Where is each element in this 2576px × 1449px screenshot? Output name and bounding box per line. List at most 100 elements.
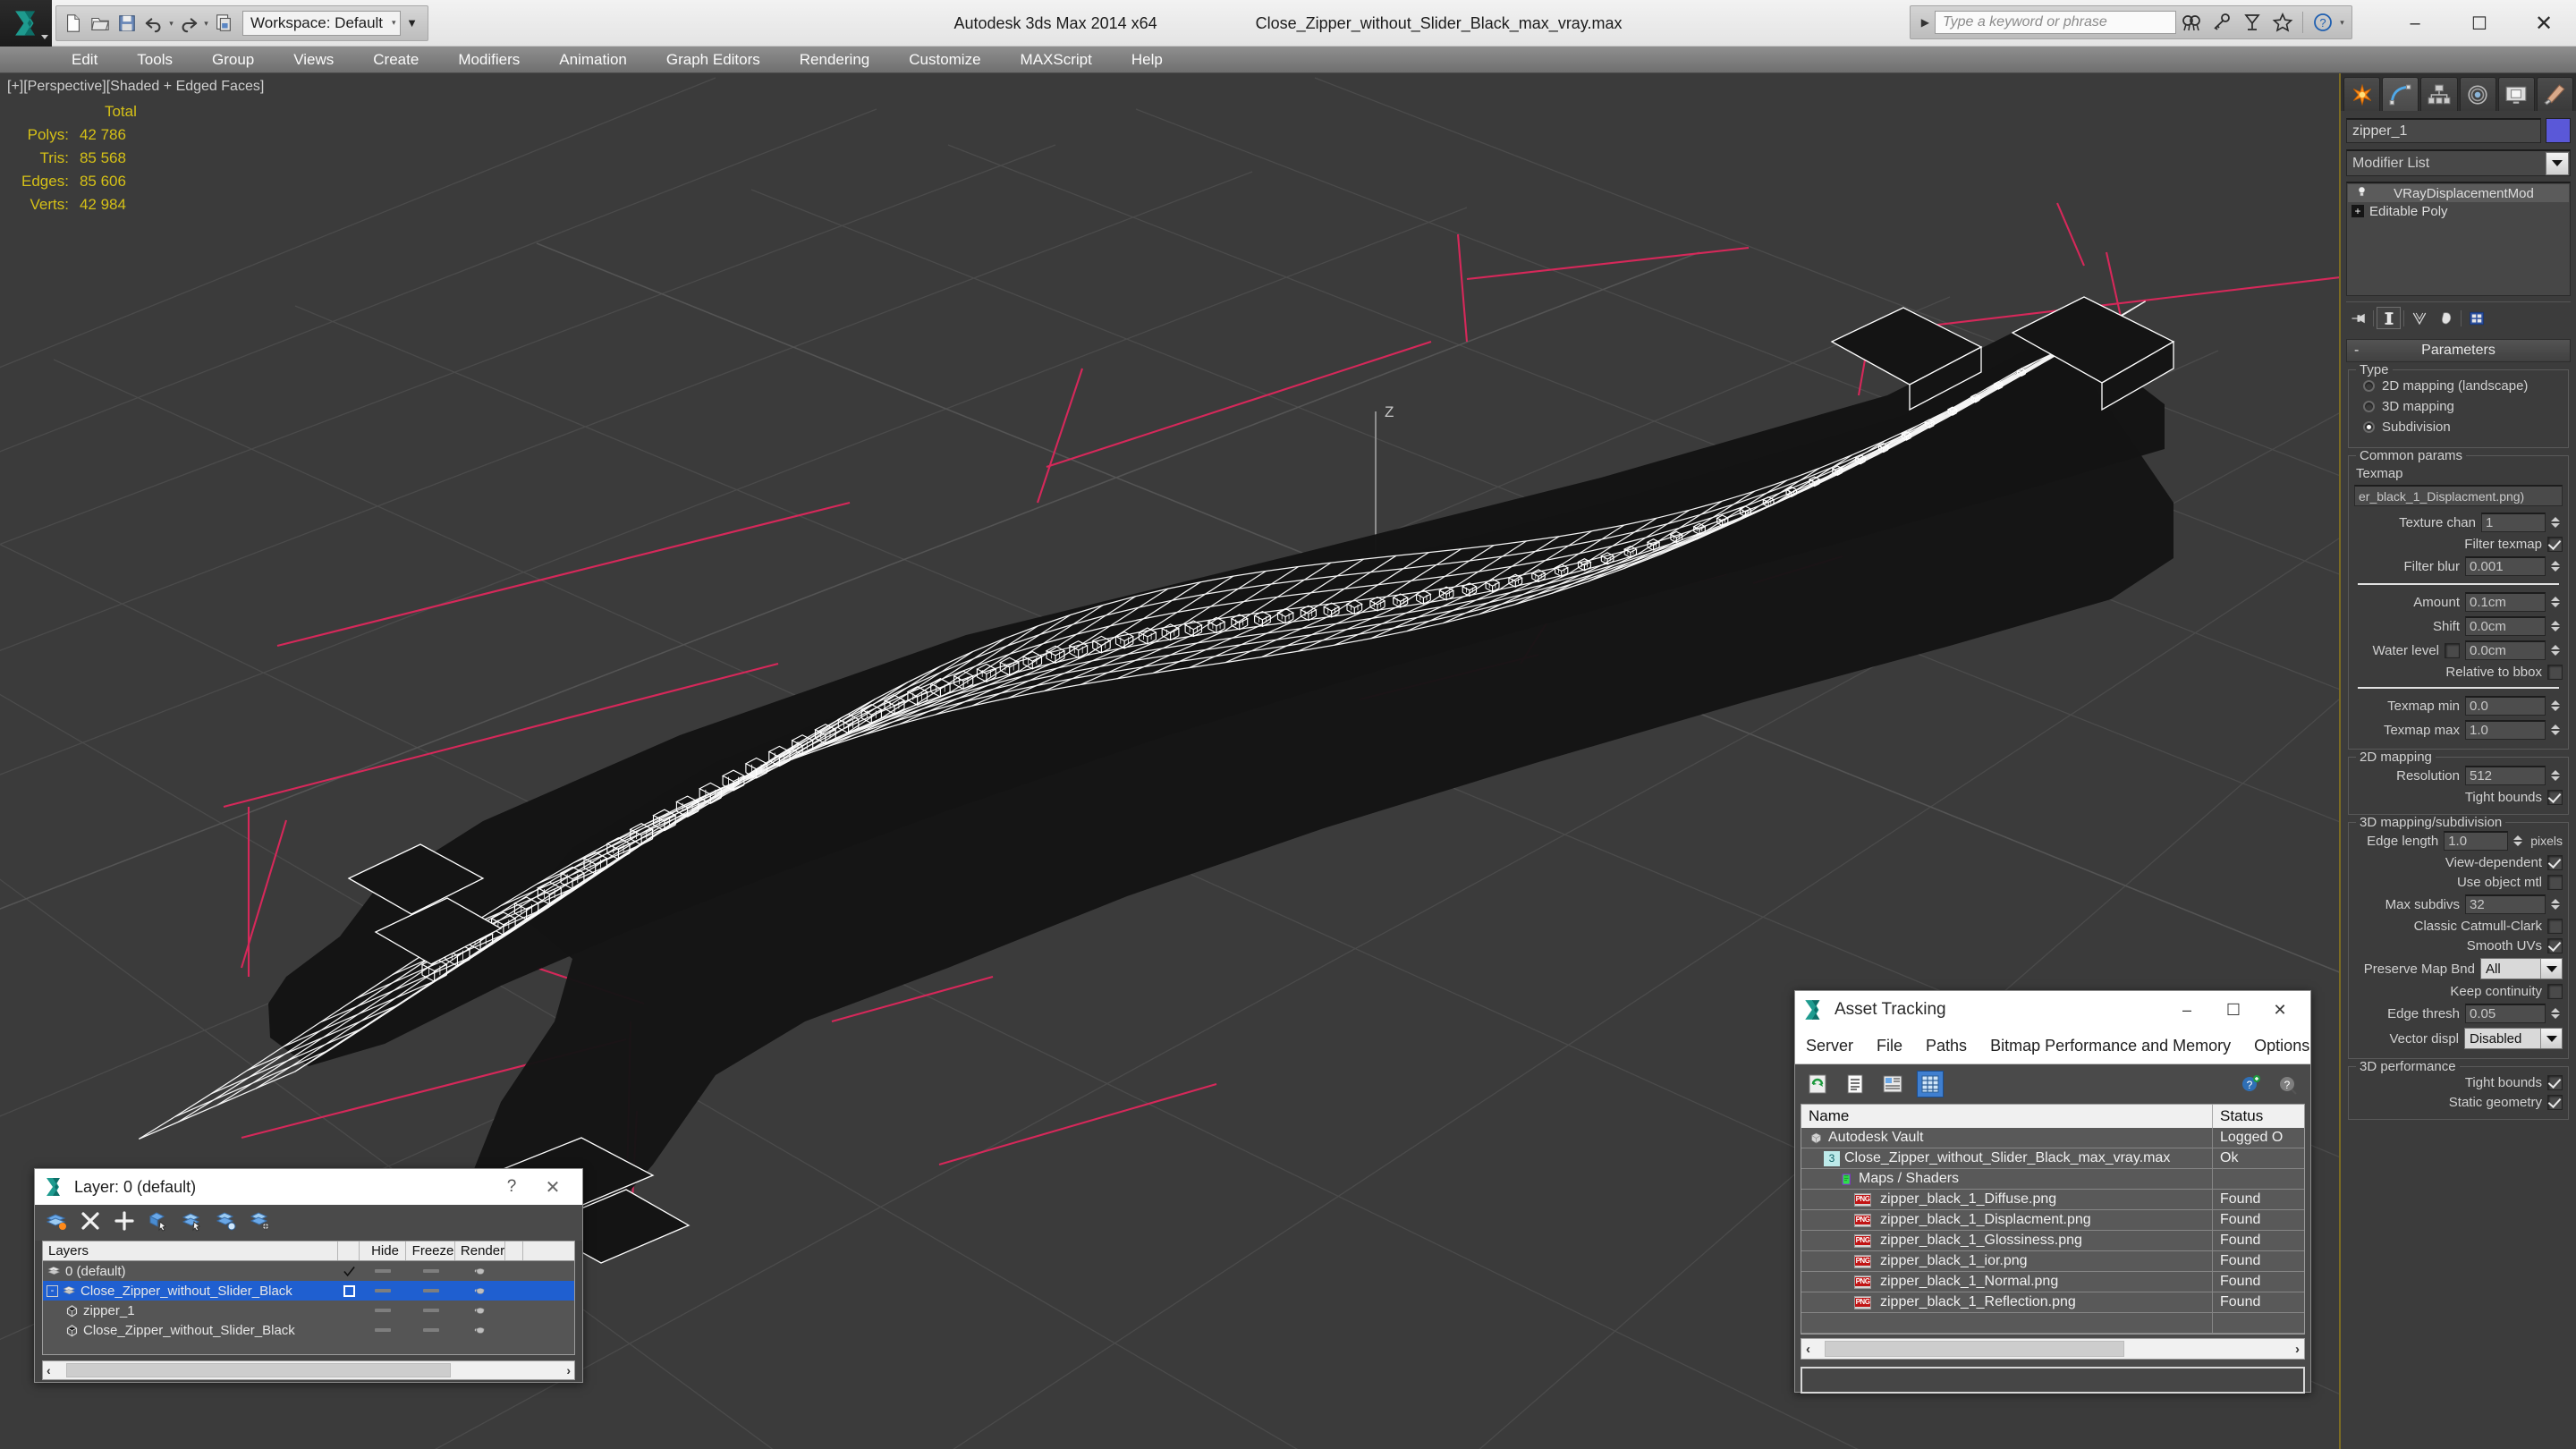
max-subdivs-spinner[interactable]: [2551, 894, 2563, 914]
preserve-map-bnd-dropdown[interactable]: All: [2480, 958, 2563, 979]
add-layer-icon[interactable]: [114, 1210, 135, 1236]
amount-spinner[interactable]: [2551, 592, 2563, 612]
add-asset-help-icon[interactable]: ?: [2237, 1071, 2264, 1097]
render-teapot-icon[interactable]: [455, 1265, 505, 1277]
layer-row[interactable]: - Close_Zipper_without_Slider_Black: [43, 1281, 574, 1301]
help-dropdown-caret[interactable]: ▾: [2338, 9, 2346, 36]
subscription-key-icon[interactable]: [2207, 9, 2237, 36]
menu-item-customize[interactable]: Customize: [889, 47, 1000, 73]
scroll-right-icon[interactable]: ›: [2295, 1342, 2300, 1357]
expand-plus-icon[interactable]: +: [2351, 205, 2364, 217]
modifier-list-dropdown[interactable]: Modifier List: [2346, 149, 2571, 176]
radio-icon[interactable]: [2363, 401, 2375, 412]
redo-icon[interactable]: [175, 10, 202, 37]
modifier-list-caret-icon[interactable]: [2546, 151, 2569, 175]
tab-display[interactable]: [2497, 77, 2535, 111]
hide-toggle[interactable]: [360, 1269, 406, 1273]
save-file-icon[interactable]: [114, 10, 140, 37]
make-unique-icon[interactable]: [2407, 307, 2431, 329]
tab-hierarchy[interactable]: [2420, 77, 2458, 111]
parameters-rollout-header[interactable]: - Parameters: [2346, 339, 2571, 362]
scroll-left-icon[interactable]: ‹: [47, 1363, 51, 1377]
undo-dropdown-caret[interactable]: ▾: [167, 10, 175, 37]
menu-item-create[interactable]: Create: [353, 47, 438, 73]
texmap-max-input[interactable]: 1.0: [2465, 720, 2546, 740]
help-button[interactable]: ?: [491, 1177, 532, 1197]
scroll-thumb[interactable]: [1825, 1341, 2124, 1357]
menu-item-rendering[interactable]: Rendering: [780, 47, 889, 73]
scroll-left-icon[interactable]: ‹: [1806, 1342, 1810, 1357]
light-bulb-icon[interactable]: [2351, 186, 2371, 201]
edge-length-spinner[interactable]: [2513, 831, 2525, 851]
refresh-icon[interactable]: [1804, 1071, 1831, 1097]
redo-dropdown-caret[interactable]: ▾: [202, 10, 210, 37]
menu-item-modifiers[interactable]: Modifiers: [438, 47, 539, 73]
static-geometry-checkbox[interactable]: [2547, 1095, 2563, 1110]
layer-dialog[interactable]: Layer: 0 (default) ? ✕ Layers Hide Freez…: [34, 1168, 583, 1383]
tight-bounds-2d-checkbox[interactable]: [2547, 790, 2563, 805]
view-dependent-checkbox[interactable]: [2547, 855, 2563, 870]
edge-thresh-input[interactable]: 0.05: [2465, 1004, 2546, 1023]
active-layer-box-icon[interactable]: [338, 1284, 360, 1297]
keep-continuity-checkbox[interactable]: [2547, 984, 2563, 999]
asset-row[interactable]: PNG zipper_black_1_Diffuse.png Found: [1801, 1190, 2304, 1210]
asset-menu-options[interactable]: Options: [2254, 1037, 2309, 1055]
resolution-input[interactable]: 512: [2465, 766, 2546, 785]
asset-tracking-dialog[interactable]: Asset Tracking – ☐ ✕ Server File Paths Bitm…: [1794, 990, 2311, 1394]
radio-icon[interactable]: [2363, 380, 2375, 392]
radio-subdivision[interactable]: Subdivision: [2354, 419, 2563, 435]
chevron-down-icon[interactable]: [2540, 1029, 2562, 1048]
texmap-button[interactable]: er_black_1_Displacment.png): [2354, 485, 2563, 506]
render-teapot-icon[interactable]: [455, 1324, 505, 1336]
hide-toggle[interactable]: [360, 1328, 406, 1332]
logo-dropdown-caret[interactable]: [41, 34, 48, 39]
layer-dialog-close-button[interactable]: ✕: [532, 1176, 573, 1199]
freeze-toggle[interactable]: [406, 1309, 455, 1312]
render-teapot-icon[interactable]: [455, 1284, 505, 1297]
shift-input[interactable]: 0.0cm: [2465, 616, 2546, 636]
delete-layer-icon[interactable]: [80, 1210, 101, 1236]
texmap-max-spinner[interactable]: [2551, 720, 2563, 740]
search-input[interactable]: Type a keyword or phrase: [1935, 11, 2176, 34]
radio-3d-mapping[interactable]: 3D mapping: [2354, 399, 2563, 414]
undo-icon[interactable]: [140, 10, 167, 37]
use-object-mtl-checkbox[interactable]: [2547, 875, 2563, 890]
add-selection-to-layer-icon[interactable]: [148, 1210, 169, 1236]
layer-row[interactable]: zipper_1: [43, 1301, 574, 1320]
asset-row[interactable]: Maps / Shaders: [1801, 1169, 2304, 1190]
asset-row[interactable]: 3 Close_Zipper_without_Slider_Black_max_v…: [1801, 1148, 2304, 1169]
menu-item-group[interactable]: Group: [192, 47, 274, 73]
asset-row[interactable]: PNG zipper_black_1_ior.png Found: [1801, 1251, 2304, 1272]
water-level-input[interactable]: 0.0cm: [2465, 640, 2546, 660]
pin-stack-icon[interactable]: [2346, 307, 2370, 329]
layer-expander-icon[interactable]: -: [47, 1284, 58, 1297]
amount-input[interactable]: 0.1cm: [2465, 592, 2546, 612]
configure-sets-icon[interactable]: [2464, 307, 2488, 329]
tab-utilities[interactable]: [2536, 77, 2574, 111]
menu-item-maxscript[interactable]: MAXScript: [1001, 47, 1112, 73]
layer-row[interactable]: 0 (default): [43, 1261, 574, 1281]
tab-motion[interactable]: [2459, 77, 2496, 111]
asset-menu-bitmap-performance-and-memory[interactable]: Bitmap Performance and Memory: [1990, 1037, 2231, 1055]
minimize-button[interactable]: –: [2383, 0, 2447, 47]
scroll-thumb[interactable]: [66, 1363, 451, 1377]
layer-list[interactable]: Layers Hide Freeze Render 0 (default) - Cl…: [42, 1241, 575, 1355]
edge-length-input[interactable]: 1.0: [2444, 831, 2509, 851]
detail-view-icon[interactable]: [1879, 1071, 1906, 1097]
asset-menu-paths[interactable]: Paths: [1926, 1037, 1967, 1055]
active-layer-check-icon[interactable]: [338, 1265, 360, 1278]
close-button[interactable]: ✕: [2512, 0, 2576, 47]
asset-row[interactable]: Autodesk Vault Logged O: [1801, 1128, 2304, 1148]
asset-row[interactable]: PNG zipper_black_1_Displacment.png Found: [1801, 1210, 2304, 1231]
render-teapot-icon[interactable]: [455, 1304, 505, 1317]
asset-minimize-button[interactable]: –: [2164, 992, 2210, 1028]
smooth-uvs-checkbox[interactable]: [2547, 938, 2563, 953]
texture-chan-spinner[interactable]: [2551, 513, 2563, 532]
texmap-min-spinner[interactable]: [2551, 696, 2563, 716]
remove-asset-help-icon[interactable]: ?: [2275, 1071, 2301, 1097]
modifier-stack-item-editablepoly[interactable]: + Editable Poly: [2348, 202, 2569, 220]
list-view-icon[interactable]: [1842, 1071, 1868, 1097]
workspace-selector[interactable]: Workspace: Default ▾: [242, 10, 401, 36]
infocenter-expand-icon[interactable]: ▶: [1916, 16, 1935, 29]
asset-maximize-button[interactable]: ☐: [2210, 992, 2257, 1028]
